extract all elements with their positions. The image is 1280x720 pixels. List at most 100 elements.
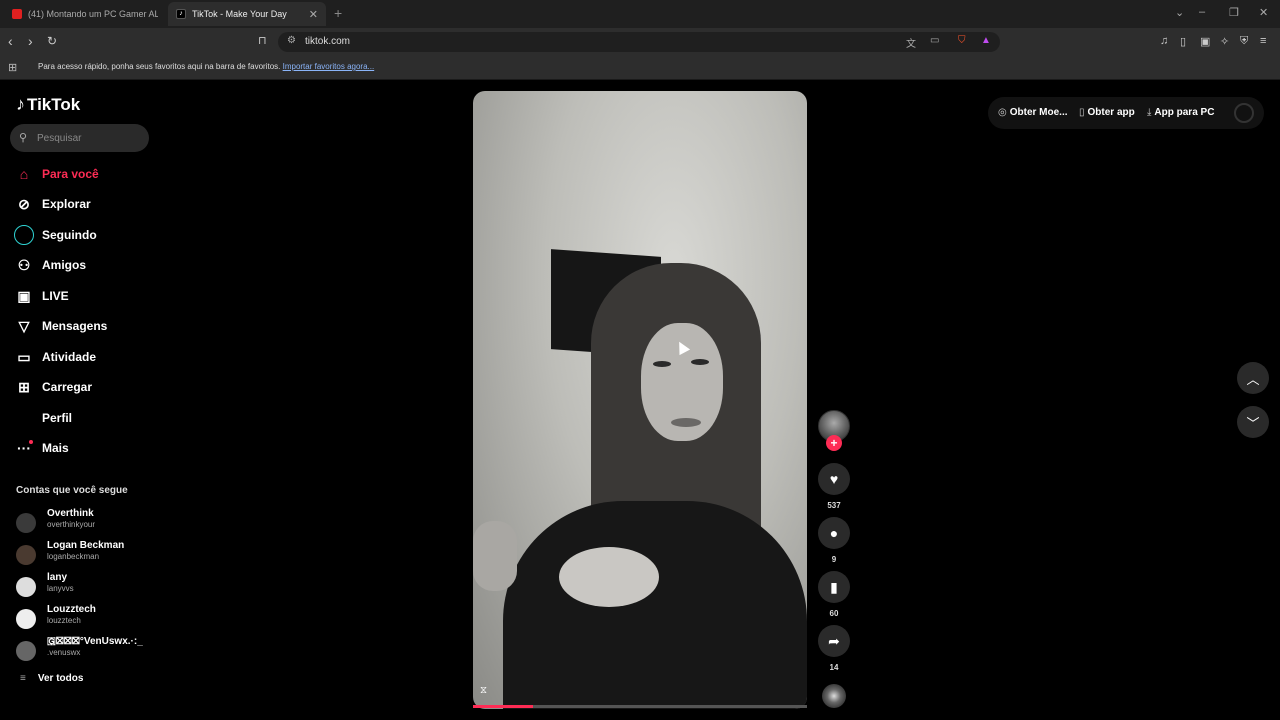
followed-account[interactable]: Overthink overthinkyour <box>16 508 151 536</box>
tab-label: TikTok - Make Your Day <box>192 9 287 19</box>
site-info-icon[interactable]: ⚙ <box>287 35 296 46</box>
nav-following[interactable]: Seguindo <box>14 223 149 247</box>
menu-icon[interactable]: ≡ <box>1260 35 1266 47</box>
search-icon: ⚲ <box>19 132 28 144</box>
cast-icon[interactable]: ▭ <box>930 35 939 46</box>
bookmarks-bar: ⊞ Para acesso rápido, ponha seus favorit… <box>0 56 1280 80</box>
see-all-link[interactable]: ≡ Ver todos <box>20 673 83 684</box>
account-username: lanyvvs <box>47 584 74 593</box>
translate-icon[interactable]: 文 <box>906 35 916 50</box>
avatar <box>16 577 36 597</box>
get-coins-button[interactable]: ◎ Obter Moe... <box>998 107 1068 118</box>
tab-label: (41) Montando um PC Gamer ALL B... <box>28 9 158 19</box>
profile-avatar[interactable] <box>1234 103 1254 123</box>
minimize-icon[interactable]: – <box>1199 6 1205 18</box>
followed-account[interactable]: Logan Beckman loganbeckman <box>16 540 151 568</box>
close-window-icon[interactable]: ✕ <box>1259 6 1268 19</box>
search-box[interactable]: ⚲ <box>10 124 149 152</box>
browser-tab-bar: (41) Montando um PC Gamer ALL B... ♪ Tik… <box>0 0 1280 28</box>
bookmark-icon[interactable]: ⊓ <box>258 34 267 48</box>
previous-video-button[interactable]: ︿ <box>1237 362 1269 394</box>
video-content <box>671 418 701 427</box>
nav-label: Mais <box>42 441 69 455</box>
next-video-button[interactable]: ﹀ <box>1237 406 1269 438</box>
forward-icon[interactable]: › <box>28 34 33 48</box>
nav-label: Amigos <box>42 258 87 272</box>
nav-label: Perfil <box>42 411 73 425</box>
back-icon[interactable]: ‹ <box>8 34 13 48</box>
brave-shield-icon[interactable]: ⛉ <box>958 35 966 46</box>
media-icon[interactable]: ♫ <box>1160 35 1168 47</box>
save-count: 60 <box>829 609 839 618</box>
leo-ai-icon[interactable]: ✧ <box>1220 35 1229 48</box>
nav-explore[interactable]: ⊘ Explorar <box>14 192 149 216</box>
top-right-actions: ◎ Obter Moe... ▯ Obter app ⤓ App para PC <box>988 97 1264 129</box>
comment-icon: ● <box>829 525 839 541</box>
search-input[interactable] <box>37 129 142 147</box>
wallet-icon[interactable]: ▣ <box>1200 35 1210 48</box>
pc-app-button[interactable]: ⤓ App para PC <box>1147 107 1214 118</box>
home-icon: ⌂ <box>19 166 29 182</box>
account-name: 🇬☒☒☒°VenUswx.·:_ <box>47 636 143 647</box>
sidebar-icon[interactable]: ▯ <box>1180 35 1186 48</box>
browser-toolbar: ‹ › ↻ ⊓ ⚙ tiktok.com 文 ▭ ⛉ ▲ ♫ ▯ ▣ ✧ ⛨ ≡ <box>0 28 1280 56</box>
address-bar[interactable]: ⚙ tiktok.com 文 ▭ ⛉ ▲ <box>278 32 1000 52</box>
nav-upload[interactable]: ⊞ Carregar <box>14 375 149 399</box>
nav-profile[interactable]: Perfil <box>14 406 149 430</box>
nav-live[interactable]: ▣ LIVE <box>14 284 149 308</box>
video-content <box>691 359 709 365</box>
activity-icon: ▭ <box>17 348 31 365</box>
followed-account[interactable]: lany lanyvvs <box>16 572 151 600</box>
vpn-icon[interactable]: ⛨ <box>1240 35 1248 48</box>
video-content <box>653 361 671 367</box>
url-text: tiktok.com <box>305 36 351 47</box>
followed-account[interactable]: Louzztech louzztech <box>16 604 151 632</box>
see-all-label: Ver todos <box>37 673 84 684</box>
notification-dot <box>29 440 33 444</box>
bookmark-icon: ▮ <box>830 578 838 595</box>
apps-grid-icon[interactable]: ⊞ <box>8 61 17 74</box>
restore-icon[interactable]: ❐ <box>1229 6 1239 19</box>
nav-more[interactable]: ··· Mais <box>14 436 149 460</box>
share-button[interactable]: ➦ <box>818 625 850 657</box>
brave-rewards-icon[interactable]: ▲ <box>981 35 991 46</box>
tab-tiktok[interactable]: ♪ TikTok - Make Your Day ✕ <box>168 2 326 26</box>
avatar <box>16 641 36 661</box>
nav-friends[interactable]: ⚇ Amigos <box>14 253 149 277</box>
compass-icon: ⊘ <box>18 195 30 212</box>
close-tab-icon[interactable]: ✕ <box>309 8 318 21</box>
followed-account[interactable]: 🇬☒☒☒°VenUswx.·:_ .venuswx <box>16 636 151 664</box>
tiktok-favicon-icon: ♪ <box>176 9 186 19</box>
tiktok-logo[interactable]: ♪ TikTok <box>16 94 80 115</box>
messages-icon: ▽ <box>18 317 30 334</box>
video-progress-fill <box>473 705 534 708</box>
tab-youtube[interactable]: (41) Montando um PC Gamer ALL B... <box>4 2 166 26</box>
comment-button[interactable]: ● <box>818 517 850 549</box>
avatar <box>16 545 36 565</box>
new-tab-icon[interactable]: + <box>334 5 342 21</box>
like-button[interactable]: ♥ <box>818 463 850 495</box>
video-player[interactable] <box>473 91 807 709</box>
nav-for-you[interactable]: ⌂ Para você <box>14 162 149 186</box>
nav-activity[interactable]: ▭ Atividade <box>14 345 149 369</box>
following-ring-icon <box>14 225 34 245</box>
download-icon: ⤓ <box>1147 107 1152 118</box>
bookmarks-hint: Para acesso rápido, ponha seus favoritos… <box>38 62 374 71</box>
following-section-title: Contas que você segue <box>16 485 128 496</box>
music-disc-icon[interactable] <box>822 684 846 708</box>
get-app-button[interactable]: ▯ Obter app <box>1079 107 1135 118</box>
reload-icon[interactable]: ↻ <box>47 34 57 48</box>
coin-icon: ◎ <box>998 107 1007 118</box>
video-content <box>559 547 659 607</box>
bookmarks-hint-text: Para acesso rápido, ponha seus favoritos… <box>38 62 281 71</box>
tab-search-chevron-icon[interactable]: ⌄ <box>1175 6 1184 19</box>
nav-messages[interactable]: ▽ Mensagens <box>14 314 149 338</box>
video-progress-bar[interactable] <box>473 705 807 708</box>
save-button[interactable]: ▮ <box>818 571 850 603</box>
heart-icon: ♥ <box>829 471 839 487</box>
follow-plus-icon[interactable]: + <box>826 435 842 451</box>
get-coins-label: Obter Moe... <box>1009 107 1068 118</box>
nav-label: Explorar <box>42 197 91 211</box>
nav-label: Mensagens <box>42 319 108 333</box>
import-bookmarks-link[interactable]: Importar favoritos agora... <box>283 62 375 71</box>
